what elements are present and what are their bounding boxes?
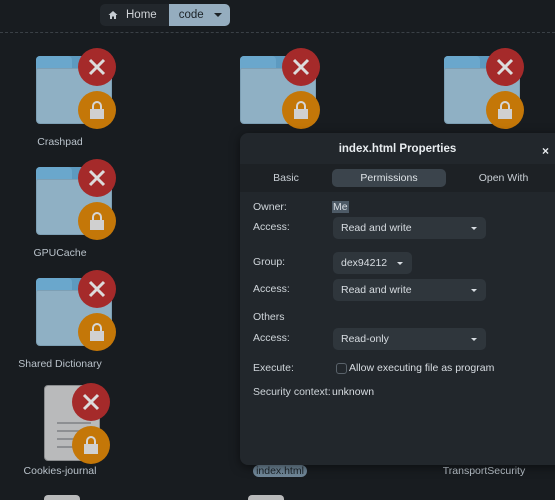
breadcrumb-home-label: Home <box>126 9 157 21</box>
divider <box>0 32 555 33</box>
lock-emblem-icon <box>78 91 116 129</box>
close-icon[interactable]: × <box>542 144 549 158</box>
document-icon[interactable] <box>248 495 284 500</box>
lock-emblem-icon <box>78 202 116 240</box>
chevron-down-icon <box>471 289 477 292</box>
owner-access-label: Access: <box>253 221 290 233</box>
file-name: TransportSecurity <box>442 465 526 477</box>
file-name: Shared Dictionary <box>18 358 102 370</box>
lock-emblem-icon <box>282 91 320 129</box>
group-label: Group: <box>253 256 286 268</box>
chevron-down-icon <box>471 227 477 230</box>
unreadable-emblem-icon <box>78 48 116 86</box>
execute-label: Execute: <box>253 362 294 374</box>
group-value: dex94212 <box>341 257 388 269</box>
tab-basic[interactable]: Basic <box>240 169 332 187</box>
dialog-title: index.html Properties <box>338 143 457 155</box>
chevron-down-icon[interactable] <box>213 13 222 17</box>
home-icon <box>108 11 118 19</box>
unreadable-emblem-icon <box>78 159 116 197</box>
file-name: GPUCache <box>33 247 87 259</box>
file-name: index.html <box>220 465 340 477</box>
owner-value: Me <box>332 201 349 213</box>
group-access-dropdown[interactable]: Read and write <box>333 279 486 301</box>
unreadable-emblem-icon <box>486 48 524 86</box>
owner-label: Owner: <box>253 201 287 213</box>
others-access-value: Read-only <box>341 333 389 345</box>
owner-access-value: Read and write <box>341 222 412 234</box>
group-access-label: Access: <box>253 283 290 295</box>
lock-emblem-icon <box>78 313 116 351</box>
security-context-value: unknown <box>332 386 375 398</box>
unreadable-emblem-icon <box>72 383 110 421</box>
lock-emblem-icon <box>486 91 524 129</box>
lock-emblem-icon <box>72 426 110 464</box>
path-bar: Home code <box>100 4 230 26</box>
others-access-label: Access: <box>253 332 290 344</box>
group-dropdown[interactable]: dex94212 <box>333 252 412 274</box>
breadcrumb-current-label: code <box>178 9 204 21</box>
execute-checkbox[interactable] <box>336 363 347 374</box>
chevron-down-icon <box>471 338 477 341</box>
owner-access-dropdown[interactable]: Read and write <box>333 217 486 239</box>
chevron-down-icon <box>397 262 403 265</box>
execute-checkbox-label[interactable]: Allow executing file as program <box>349 362 494 374</box>
group-access-value: Read and write <box>341 284 412 296</box>
others-access-dropdown[interactable]: Read-only <box>333 328 486 350</box>
properties-dialog: index.html Properties × Basic Permission… <box>240 133 555 465</box>
file-name: Cookies-journal <box>23 465 97 477</box>
tab-open-with[interactable]: Open With <box>446 169 555 187</box>
tab-bar: Basic Permissions Open With <box>240 164 555 192</box>
document-icon[interactable] <box>44 495 80 500</box>
unreadable-emblem-icon <box>78 270 116 308</box>
security-context-label: Security context: <box>253 386 331 398</box>
others-heading: Others <box>253 311 285 323</box>
tab-permissions[interactable]: Permissions <box>332 169 446 187</box>
breadcrumb-current[interactable]: code <box>168 4 230 26</box>
breadcrumb-home[interactable]: Home <box>100 4 169 26</box>
unreadable-emblem-icon <box>282 48 320 86</box>
file-name: Crashpad <box>37 136 83 148</box>
